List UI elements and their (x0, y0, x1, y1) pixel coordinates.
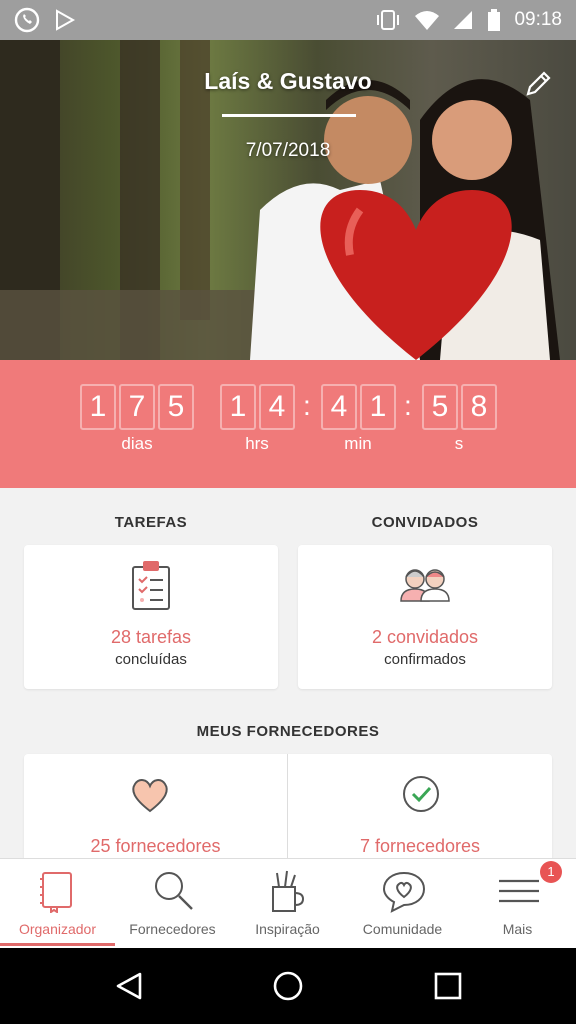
countdown-digit: 4 (259, 384, 295, 430)
nav-label: Inspiração (255, 921, 320, 937)
battery-icon (488, 9, 501, 31)
countdown-panel: 1 7 5 dias 1 4 hrs : 4 1 min : 5 8 s (0, 360, 576, 488)
nav-label: Comunidade (362, 921, 443, 937)
whatsapp-icon (14, 7, 40, 33)
guests-section-title: CONVIDADOS (371, 514, 479, 531)
nav-fornecedores[interactable]: Fornecedores (115, 859, 230, 947)
notebook-icon (40, 872, 72, 913)
status-bar: 09:18 (0, 0, 576, 40)
guests-card[interactable]: 2 convidados confirmados (298, 545, 552, 689)
countdown-digit: 8 (461, 384, 497, 430)
guests-count: 2 convidados (371, 627, 479, 647)
days-label: dias (121, 434, 153, 453)
favorite-suppliers-count: 25 fornecedores (90, 836, 221, 856)
nav-inspiracao[interactable]: Inspiração (230, 859, 345, 947)
vibrate-icon (377, 10, 400, 30)
home-icon[interactable] (272, 970, 304, 1002)
countdown-digit: 1 (220, 384, 256, 430)
system-navigation-bar (0, 948, 576, 1024)
play-store-icon (56, 9, 76, 31)
tasks-count: 28 tarefas (110, 627, 192, 647)
pencil-cup-icon (272, 870, 305, 912)
nav-comunidade[interactable]: Comunidade (345, 859, 460, 947)
guests-subtitle: confirmados (384, 651, 466, 668)
heart-icon (132, 779, 168, 813)
bottom-navigation: Organizador Fornecedores Inspiração Comu… (0, 858, 576, 948)
countdown-separator: : (303, 390, 311, 421)
edit-pencil-icon[interactable] (524, 68, 554, 98)
suppliers-card: 25 fornecedores 7 fornecedores (24, 754, 552, 858)
countdown-digit: 5 (158, 384, 194, 430)
nav-label: Mais (502, 921, 533, 937)
countdown-digit: 4 (321, 384, 357, 430)
wifi-icon (415, 11, 440, 30)
seconds-label: s (454, 434, 464, 453)
couple-photo-header: Laís & Gustavo 7/07/2018 (0, 40, 576, 360)
countdown-digit: 1 (360, 384, 396, 430)
favorite-suppliers[interactable]: 25 fornecedores (24, 754, 287, 858)
tasks-subtitle: concluídas (115, 651, 187, 668)
active-tab-indicator (0, 943, 115, 946)
notification-badge: 1 (540, 861, 562, 883)
check-circle-icon (403, 776, 439, 812)
countdown-digit: 5 (422, 384, 458, 430)
signal-icon (454, 11, 473, 29)
hired-suppliers[interactable]: 7 fornecedores (288, 754, 552, 858)
hired-suppliers-count: 7 fornecedores (359, 836, 481, 856)
tasks-card[interactable]: 28 tarefas concluídas (24, 545, 278, 689)
countdown-digit: 7 (119, 384, 155, 430)
nav-label: Organizador (18, 921, 97, 937)
countdown-separator: : (404, 390, 412, 421)
suppliers-section-title: MEUS FORNECEDORES (196, 723, 380, 740)
nav-organizador[interactable]: Organizador (0, 859, 115, 947)
couple-names: Laís & Gustavo (204, 68, 372, 94)
tasks-section-title: TAREFAS (114, 514, 188, 531)
nav-label: Fornecedores (129, 921, 216, 937)
search-icon (155, 872, 193, 910)
clipboard-checklist-icon (132, 561, 170, 610)
status-time: 09:18 (514, 9, 562, 30)
back-icon[interactable] (114, 971, 144, 1001)
guests-couple-icon (400, 569, 450, 602)
chat-heart-icon (382, 871, 426, 913)
recents-icon[interactable] (434, 972, 462, 1000)
minutes-label: min (344, 434, 372, 453)
title-divider (222, 114, 356, 117)
wedding-date: 7/07/2018 (245, 140, 331, 161)
hours-label: hrs (245, 434, 269, 453)
hamburger-menu-icon (499, 879, 539, 903)
countdown-digit: 1 (80, 384, 116, 430)
